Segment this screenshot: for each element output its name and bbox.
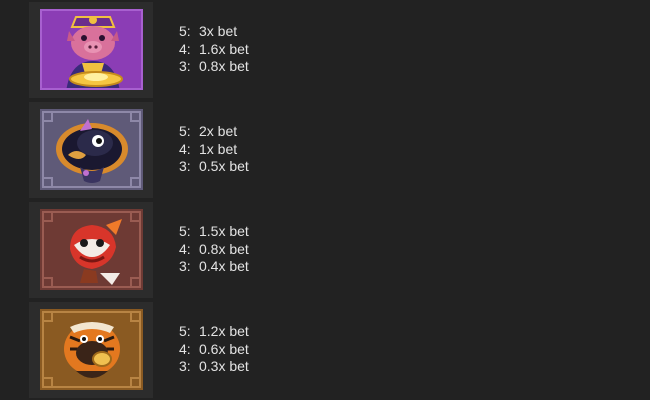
payout-4: 4: 1x bet xyxy=(179,140,238,157)
paytable-row-red-lion: 5: 1.5x bet 4: 0.8x bet 3: 0.4x bet xyxy=(29,202,429,298)
payout-5: 5: 1.2x bet xyxy=(179,323,249,339)
symbol-tile xyxy=(29,2,153,98)
payout-list: 5: 3x bet 4: 1.6x bet 3: 0.8x bet xyxy=(179,23,249,76)
paytable-row-black-lion: 5: 2x bet 4: 1x bet 3: 0.5x bet xyxy=(29,102,429,198)
red-lion-icon xyxy=(40,209,143,290)
payout-5: 5: 3x bet xyxy=(179,23,238,39)
payout-3: 3: 0.4x bet xyxy=(179,258,249,274)
payout-4: 4: 0.6x bet xyxy=(179,340,249,357)
payout-5: 5: 1.5x bet xyxy=(179,223,249,239)
payout-list: 5: 1.5x bet 4: 0.8x bet 3: 0.4x bet xyxy=(179,223,249,276)
payout-list: 5: 1.2x bet 4: 0.6x bet 3: 0.3x bet xyxy=(179,323,249,376)
payout-3: 3: 0.3x bet xyxy=(179,358,249,374)
black-lion-icon xyxy=(40,109,143,190)
pig-general-icon xyxy=(40,9,143,90)
payout-list: 5: 2x bet 4: 1x bet 3: 0.5x bet xyxy=(179,123,249,176)
symbol-tile xyxy=(29,302,153,398)
paytable-row-pig: 5: 3x bet 4: 1.6x bet 3: 0.8x bet xyxy=(29,2,429,98)
payout-5: 5: 2x bet xyxy=(179,123,238,139)
symbol-tile xyxy=(29,202,153,298)
payout-4: 4: 0.8x bet xyxy=(179,240,249,257)
tiger-lion-icon xyxy=(40,309,143,390)
payout-3: 3: 0.8x bet xyxy=(179,58,249,74)
payout-3: 3: 0.5x bet xyxy=(179,158,249,174)
payout-4: 4: 1.6x bet xyxy=(179,40,249,57)
paytable-row-tiger-lion: 5: 1.2x bet 4: 0.6x bet 3: 0.3x bet xyxy=(29,302,429,398)
symbol-tile xyxy=(29,102,153,198)
